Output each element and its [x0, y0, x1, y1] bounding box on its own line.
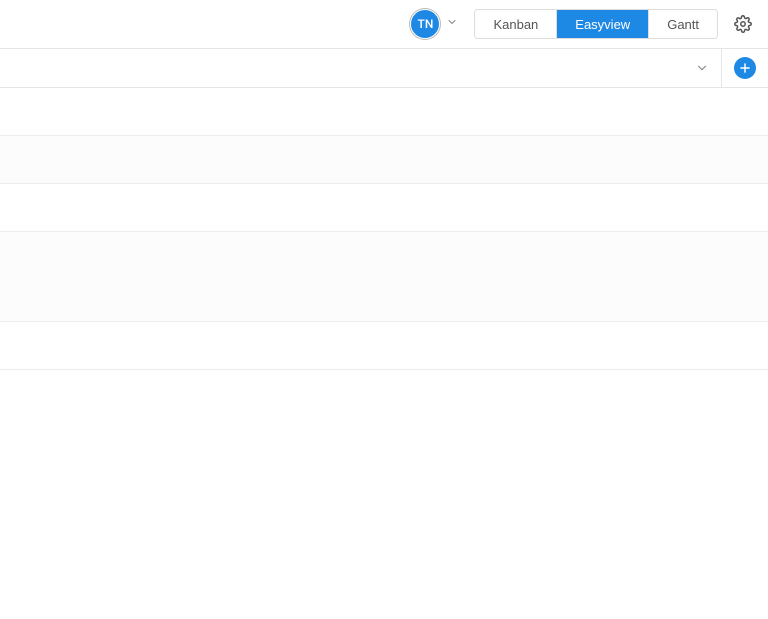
top-bar: TN Kanban Easyview Gantt — [0, 0, 768, 48]
tab-gantt[interactable]: Gantt — [648, 10, 717, 38]
chevron-down-icon — [446, 16, 458, 32]
chevron-down-icon[interactable] — [695, 61, 709, 75]
add-button[interactable] — [734, 57, 756, 79]
tab-easyview[interactable]: Easyview — [556, 10, 648, 38]
divider — [721, 48, 722, 88]
avatar: TN — [410, 9, 440, 39]
gear-icon[interactable] — [734, 15, 752, 33]
avatar-dropdown[interactable]: TN — [410, 9, 458, 39]
list-row[interactable] — [0, 322, 768, 370]
subheader — [0, 48, 768, 88]
tab-kanban[interactable]: Kanban — [475, 10, 556, 38]
list-row[interactable] — [0, 184, 768, 232]
list-row[interactable] — [0, 136, 768, 184]
view-toggle: Kanban Easyview Gantt — [474, 9, 718, 39]
list-row[interactable] — [0, 232, 768, 322]
list-row[interactable] — [0, 88, 768, 136]
